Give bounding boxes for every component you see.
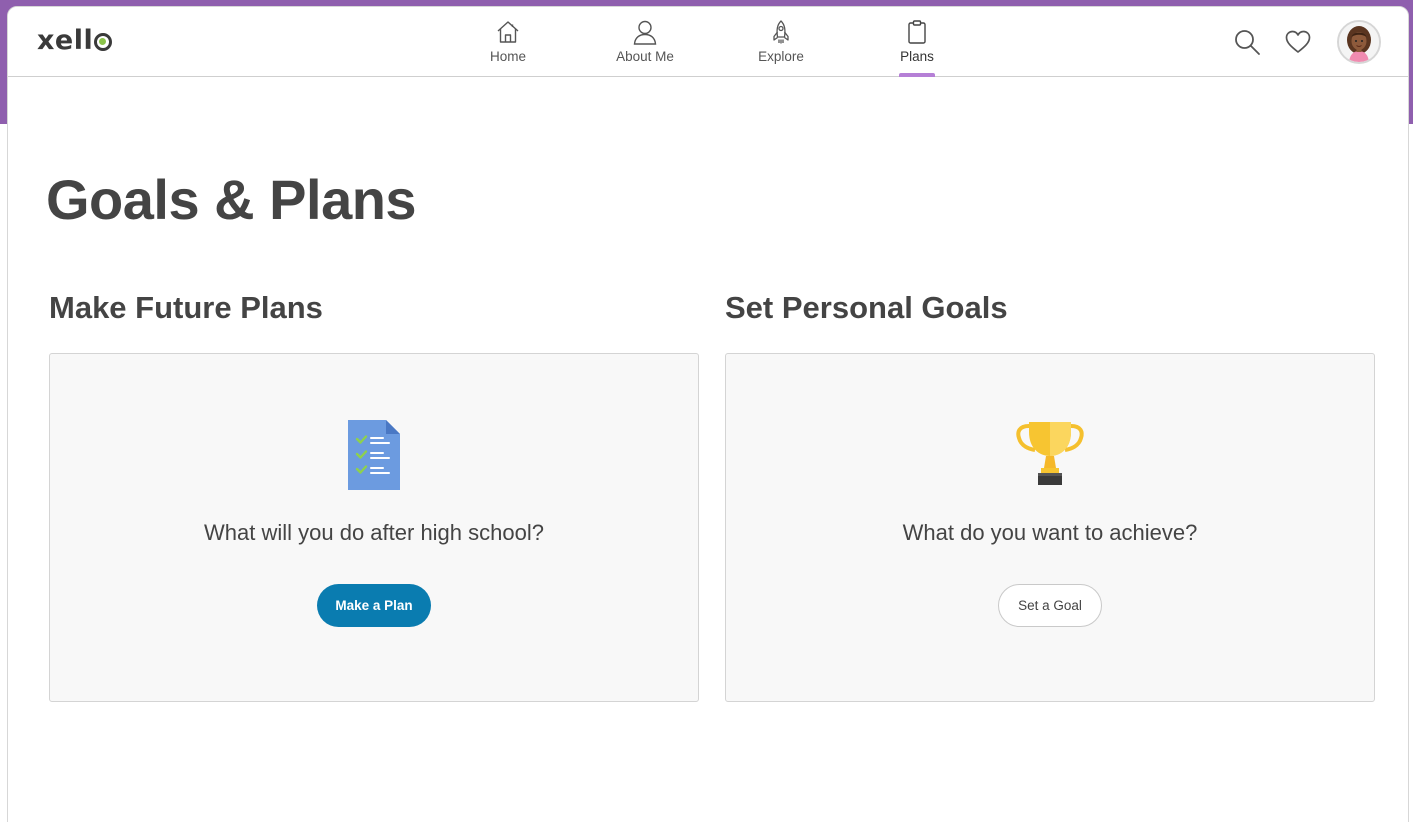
nav-item-home[interactable]: Home [463,19,553,77]
trophy-icon [1015,420,1085,495]
logo-dot-icon [94,32,113,51]
nav-item-about-me[interactable]: About Me [600,19,690,77]
user-avatar-icon [1339,22,1379,62]
nav-label-explore: Explore [758,49,804,64]
top-navigation-bar: xell Home About Me Explore Plans [8,7,1408,77]
make-a-plan-button[interactable]: Make a Plan [317,584,431,627]
future-plans-card: What will you do after high school? Make… [49,353,699,702]
personal-goals-prompt: What do you want to achieve? [902,520,1198,545]
nav-label-home: Home [489,49,526,64]
xello-logo[interactable]: xell [37,25,113,56]
nav-label-about-me: About Me [616,49,674,64]
search-button[interactable] [1232,27,1262,57]
clipboard-icon [908,20,926,44]
rocket-icon [773,20,789,44]
checklist-document-icon [348,420,400,495]
nav-item-plans[interactable]: Plans [872,19,962,77]
logo-text: xell [37,25,94,56]
heart-icon [1285,30,1311,53]
personal-goals-card: What do you want to achieve? Set a Goal [725,353,1375,702]
search-icon [1235,30,1260,55]
favorites-button[interactable] [1283,27,1313,57]
house-icon [497,21,519,43]
avatar[interactable] [1337,20,1381,64]
app-window: xell Home About Me Explore Plans Goals &… [7,6,1409,822]
set-a-goal-button[interactable]: Set a Goal [998,584,1102,627]
future-plans-prompt: What will you do after high school? [204,520,544,545]
nav-label-plans: Plans [900,49,934,64]
section-title-personal-goals: Set Personal Goals [725,290,1008,325]
page-title: Goals & Plans [46,168,417,231]
active-tab-indicator [899,73,935,77]
section-title-future-plans: Make Future Plans [49,290,323,325]
person-icon [633,20,657,45]
nav-item-explore[interactable]: Explore [736,19,826,77]
